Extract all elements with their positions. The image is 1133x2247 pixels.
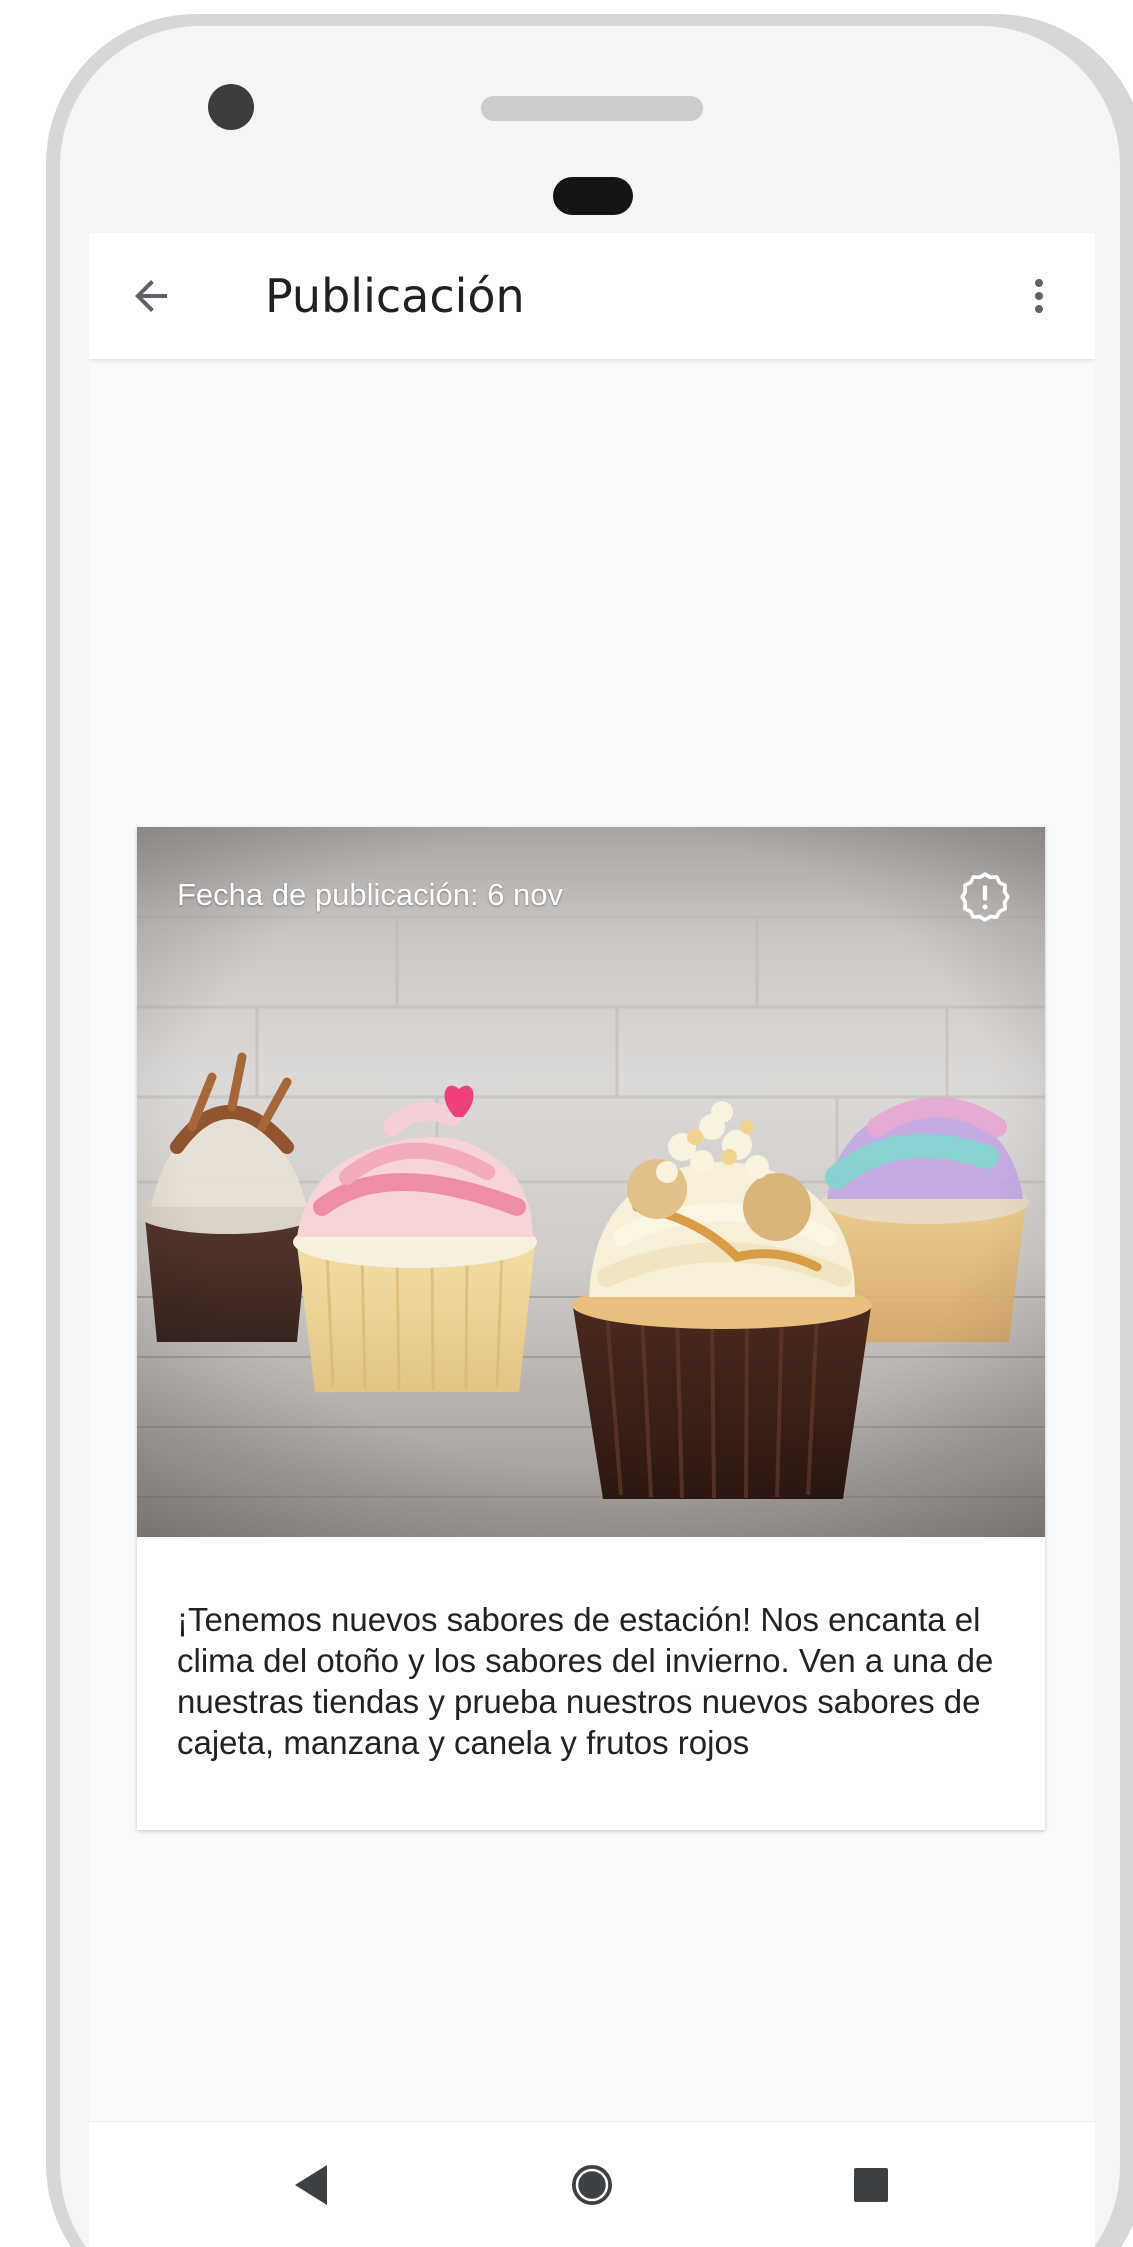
app-bar: Publicación (89, 233, 1095, 359)
triangle-back-icon (295, 2165, 327, 2205)
post-image: Fecha de publicación: 6 nov (137, 827, 1045, 1537)
nav-home-button[interactable] (552, 2150, 632, 2220)
proximity-sensor (553, 177, 633, 215)
back-button[interactable] (119, 264, 183, 328)
nav-back-button[interactable] (271, 2150, 351, 2220)
more-vert-icon (1035, 279, 1043, 313)
more-options-button[interactable] (1007, 264, 1071, 328)
device-mockup: Publicación Fecha de publicación: 6 nov … (0, 0, 1133, 2247)
arrow-left-icon (135, 280, 167, 312)
cupcakes-photo (137, 827, 1045, 1537)
nav-recents-button[interactable] (831, 2150, 911, 2220)
page-title: Publicación (265, 269, 525, 323)
speaker-grill (481, 96, 703, 121)
square-recents-icon (854, 2168, 888, 2202)
circle-home-icon (572, 2165, 612, 2205)
front-camera (208, 84, 254, 130)
post-body: ¡Tenemos nuevos sabores de estación! Nos… (177, 1601, 994, 1761)
report-post-button[interactable] (953, 865, 1017, 929)
post-date: Fecha de publicación: 6 nov (177, 877, 564, 912)
alert-badge-icon (960, 872, 1010, 922)
post-card[interactable]: Fecha de publicación: 6 nov ¡Tenemos nue… (137, 827, 1045, 1830)
phone-screen: Publicación Fecha de publicación: 6 nov … (89, 233, 1095, 2247)
system-nav-bar (89, 2121, 1095, 2247)
